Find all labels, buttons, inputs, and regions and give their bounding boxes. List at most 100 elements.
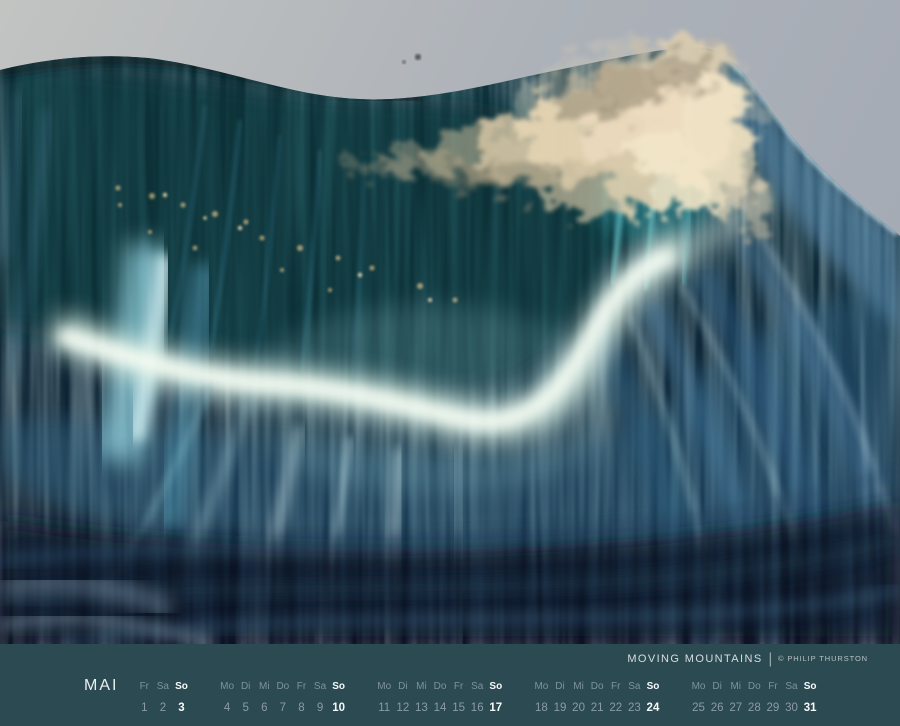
- day-label: Mo: [532, 681, 551, 693]
- date-number: 28: [745, 702, 764, 714]
- date-number: 1: [135, 702, 154, 714]
- photo-title: MOVING MOUNTAINS: [627, 653, 762, 665]
- day-column: Di 5: [236, 681, 255, 714]
- day-label: Di: [708, 681, 727, 693]
- day-column: Do 28: [745, 681, 764, 714]
- week-group-1: Fr 1 Sa 2 So 3: [135, 681, 191, 714]
- wave-photo-illustration: [0, 0, 900, 644]
- date-number: 15: [449, 702, 468, 714]
- day-label: Do: [274, 681, 293, 693]
- day-column: Sa 16: [468, 681, 487, 714]
- day-column: Mi 13: [412, 681, 431, 714]
- calendar-page: MOVING MOUNTAINS | © PHILIP THURSTON MAI…: [0, 0, 900, 726]
- date-number: 13: [412, 702, 431, 714]
- day-label: Fr: [135, 681, 154, 693]
- date-number: 19: [551, 702, 570, 714]
- day-label: Sa: [625, 681, 644, 693]
- week-group-4: Mo 18 Di 19 Mi 20 Do 21 Fr 22 Sa 23: [532, 681, 662, 714]
- day-column: Fr 8: [292, 681, 311, 714]
- day-column: Sa 23: [625, 681, 644, 714]
- date-number: 7: [274, 702, 293, 714]
- day-label: Mi: [255, 681, 274, 693]
- date-number: 12: [394, 702, 413, 714]
- calendar-weeks: Fr 1 Sa 2 So 3 Mo 4 Di 5 Mi 6: [135, 681, 819, 714]
- date-number: 5: [236, 702, 255, 714]
- day-label: So: [644, 681, 663, 693]
- day-column: Di 26: [708, 681, 727, 714]
- day-column: Mo 4: [218, 681, 237, 714]
- day-label: So: [801, 681, 820, 693]
- day-label: Do: [431, 681, 450, 693]
- day-column-sunday: So 3: [172, 681, 191, 714]
- date-number: 27: [726, 702, 745, 714]
- date-number: 9: [311, 702, 330, 714]
- day-label: Mo: [218, 681, 237, 693]
- day-column-sunday: So 17: [487, 681, 506, 714]
- day-label: Mi: [569, 681, 588, 693]
- week-group-5: Mo 25 Di 26 Mi 27 Do 28 Fr 29 Sa 30: [689, 681, 819, 714]
- day-label: So: [487, 681, 506, 693]
- week-group-3: Mo 11 Di 12 Mi 13 Do 14 Fr 15 Sa 16: [375, 681, 505, 714]
- day-column-sunday: So 24: [644, 681, 663, 714]
- date-number: 26: [708, 702, 727, 714]
- day-column: Fr 22: [606, 681, 625, 714]
- date-number: 20: [569, 702, 588, 714]
- day-label: Sa: [311, 681, 330, 693]
- day-label: Fr: [449, 681, 468, 693]
- day-column: Sa 2: [154, 681, 173, 714]
- day-column: Di 19: [551, 681, 570, 714]
- day-label: Sa: [468, 681, 487, 693]
- wave-photo: [0, 0, 900, 644]
- day-column: Mi 6: [255, 681, 274, 714]
- date-number: 21: [588, 702, 607, 714]
- spray-fleck: [415, 54, 421, 60]
- credit-separator: |: [769, 650, 772, 667]
- spray-fleck: [402, 60, 406, 64]
- day-label: Fr: [606, 681, 625, 693]
- day-column: Mo 25: [689, 681, 708, 714]
- day-column: Mi 27: [726, 681, 745, 714]
- day-column: Fr 1: [135, 681, 154, 714]
- photo-credit-line: MOVING MOUNTAINS | © PHILIP THURSTON: [627, 651, 868, 666]
- day-column: Do 21: [588, 681, 607, 714]
- day-column: Sa 9: [311, 681, 330, 714]
- day-column: Fr 15: [449, 681, 468, 714]
- day-column: Do 14: [431, 681, 450, 714]
- day-column: Mo 18: [532, 681, 551, 714]
- date-number: 16: [468, 702, 487, 714]
- date-number: 22: [606, 702, 625, 714]
- date-number: 8: [292, 702, 311, 714]
- date-number: 30: [782, 702, 801, 714]
- day-label: Fr: [764, 681, 783, 693]
- date-number: 4: [218, 702, 237, 714]
- date-number: 11: [375, 702, 394, 714]
- day-column-sunday: So 10: [329, 681, 348, 714]
- month-label: MAI: [84, 677, 118, 695]
- day-label: Mo: [689, 681, 708, 693]
- date-number: 17: [487, 702, 506, 714]
- day-label: Di: [551, 681, 570, 693]
- day-column: Mi 20: [569, 681, 588, 714]
- day-label: Mi: [412, 681, 431, 693]
- day-label: Sa: [782, 681, 801, 693]
- date-number: 18: [532, 702, 551, 714]
- date-number: 3: [172, 702, 191, 714]
- date-number: 25: [689, 702, 708, 714]
- photographer-credit: © PHILIP THURSTON: [778, 654, 868, 663]
- date-number: 6: [255, 702, 274, 714]
- day-label: Do: [745, 681, 764, 693]
- date-number: 31: [801, 702, 820, 714]
- day-label: So: [329, 681, 348, 693]
- day-label: So: [172, 681, 191, 693]
- day-column: Do 7: [274, 681, 293, 714]
- day-label: Sa: [154, 681, 173, 693]
- day-label: Fr: [292, 681, 311, 693]
- day-label: Di: [236, 681, 255, 693]
- date-number: 23: [625, 702, 644, 714]
- day-column: Mo 11: [375, 681, 394, 714]
- day-label: Do: [588, 681, 607, 693]
- day-column: Di 12: [394, 681, 413, 714]
- day-column: Sa 30: [782, 681, 801, 714]
- day-column-sunday: So 31: [801, 681, 820, 714]
- date-number: 10: [329, 702, 348, 714]
